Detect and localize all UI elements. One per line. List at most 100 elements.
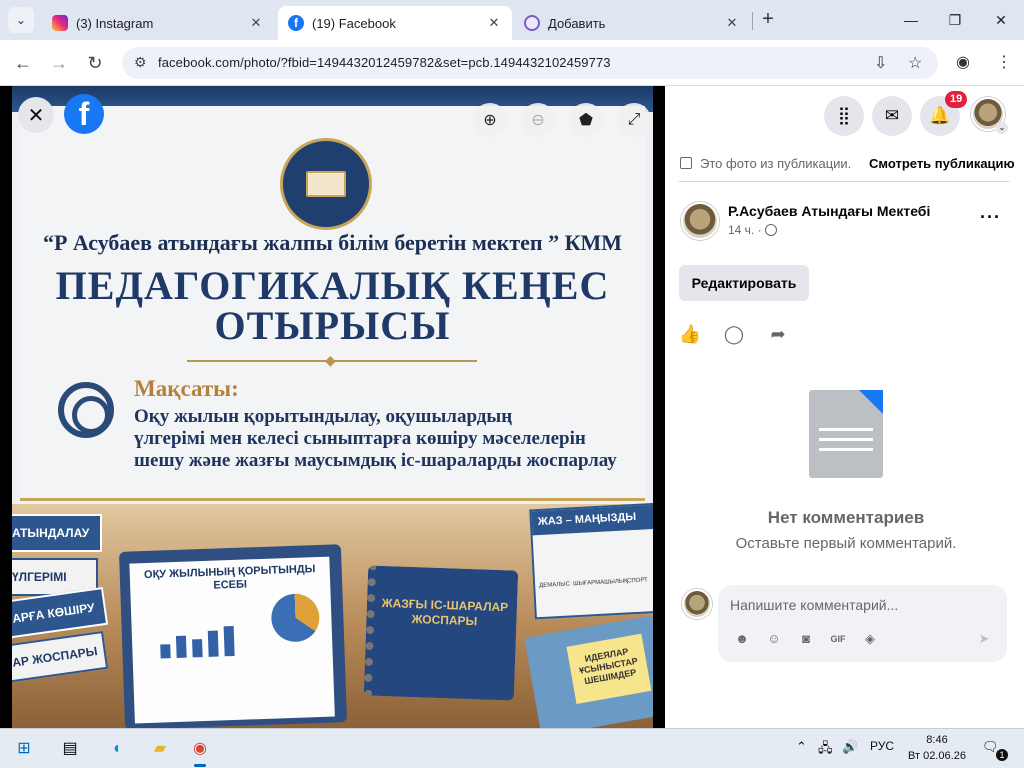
task-view-icon[interactable]: ▤ (56, 735, 84, 763)
comment-icon[interactable]: ◯ (722, 322, 746, 346)
minimize-button[interactable]: — (898, 8, 924, 32)
forward-button[interactable]: → (46, 50, 72, 76)
photo-org-line: “Р Асубаев атындағы жалпы білім беретін … (42, 230, 623, 255)
tab-separator (752, 12, 753, 30)
close-window-button[interactable]: ✕ (988, 8, 1014, 32)
chevron-up-icon[interactable]: ⌃ (796, 739, 807, 755)
camera-icon[interactable]: ◙ (796, 629, 816, 649)
file-explorer-icon[interactable]: ▰ (146, 735, 174, 763)
send-icon[interactable]: ➤ (974, 629, 994, 649)
notebook-title: ЖАЗҒЫ ІС-ШАРАЛАР ЖОСПАРЫ (381, 595, 509, 629)
avatar-sticker-icon[interactable]: ☻ (732, 629, 752, 649)
post-time: 14 ч. · (728, 223, 777, 237)
taskbar-clock[interactable]: 8:46 Вт 02.06.26 (905, 732, 969, 764)
reload-button[interactable]: ↻ (82, 50, 108, 76)
browser-toolbar: ← → ↻ ⚙ facebook.com/photo/?fbid=1494432… (0, 40, 1024, 86)
grid-icon: ⣿ (837, 106, 851, 125)
sticky-note: ИДЕЯЛАР ҰСЫНЫСТАР ШЕШІМДЕР (566, 633, 652, 704)
school-emblem-icon (280, 138, 372, 230)
photo-goal-line-1: Оқу жылын қорытындылау, оқушылардың (134, 406, 513, 427)
see-post-link[interactable]: Смотреть публикацию (869, 156, 1015, 171)
clock-time: 8:46 (926, 734, 948, 746)
no-comments-title: Нет комментариев (767, 508, 925, 527)
ornament-divider (187, 352, 477, 369)
tab-search-button[interactable]: ⌄ (8, 7, 34, 33)
edge-icon[interactable]: ◐ (104, 735, 132, 763)
browser-tab-bar: ⌄ (3) Instagram ✕ f (19) Facebook ✕ Доба… (0, 0, 1024, 40)
target-icon (58, 382, 114, 438)
photo-goal-line-3: шешу және жазғы маусымдық іс-шараларды ж… (134, 450, 617, 471)
gif-icon[interactable]: GIF (828, 629, 848, 649)
close-tab-icon[interactable]: ✕ (486, 15, 502, 31)
tab-title: (19) Facebook (312, 15, 396, 31)
page-avatar[interactable] (681, 202, 719, 240)
no-comments-icon (809, 390, 883, 478)
start-button[interactable]: ⊞ (10, 735, 38, 763)
binder-1: АТЫНДАЛАУ (12, 514, 102, 552)
profile-icon[interactable]: ◉ (956, 52, 970, 72)
sticker-icon[interactable]: ◈ (860, 629, 880, 649)
from-post-text: Это фото из публикации. (700, 156, 852, 171)
summer-card: ЖАЗ – МАҢЫЗДЫ ДЕМАЛЫС ШЫҒАРМАШЫЛЫҚ СПОРТ (529, 502, 653, 620)
back-button[interactable]: ← (10, 50, 36, 76)
menu-grid-button[interactable]: ⣿ (824, 96, 864, 136)
zoom-in-button[interactable]: ⊕ (473, 103, 507, 137)
facebook-logo[interactable]: f (64, 94, 104, 134)
tag-button[interactable]: ⬟ (569, 103, 603, 137)
url-text: facebook.com/photo/?fbid=149443201245978… (158, 55, 611, 70)
zoom-out-button[interactable]: ⊖ (521, 103, 555, 137)
new-tab-button[interactable]: + (758, 9, 778, 31)
page-name[interactable]: Р.Асубаев Атындағы Мектебі (728, 203, 930, 219)
report-bar (160, 644, 171, 659)
tab-title: Добавить (548, 15, 606, 31)
close-tab-icon[interactable]: ✕ (248, 15, 264, 31)
notification-badge: 19 (945, 91, 968, 108)
close-viewer-button[interactable]: ✕ (18, 97, 54, 133)
menu-icon[interactable]: ⋮ (996, 52, 1012, 72)
report-bar (223, 625, 235, 657)
photo-viewer: “Р Асубаев атындағы жалпы білім беретін … (0, 86, 665, 728)
photo-title-line-2: ОТЫРЫСЫ (214, 303, 451, 348)
site-info-icon[interactable]: ⚙ (134, 54, 147, 71)
edit-button[interactable]: Редактировать (679, 265, 809, 301)
address-bar[interactable]: ⚙ facebook.com/photo/?fbid=1494432012459… (122, 47, 938, 79)
clock-date: Вт 02.06.26 (908, 750, 966, 762)
comment-input[interactable] (730, 594, 990, 616)
summer-card-title: ЖАЗ – МАҢЫЗДЫ (531, 504, 653, 536)
bookmark-star-icon[interactable]: ☆ (908, 53, 922, 73)
messenger-button[interactable]: ✉ (872, 96, 912, 136)
chrome-icon[interactable]: ◉ (186, 735, 214, 767)
photo-title: ПЕДАГОГИКАЛЫҚ КЕҢЕС ОТЫРЫСЫ (12, 266, 653, 346)
tab-instagram[interactable]: (3) Instagram ✕ (42, 6, 274, 40)
from-post-notice: Это фото из публикации. (680, 156, 851, 171)
commenter-avatar[interactable] (682, 589, 712, 619)
install-app-icon[interactable]: ⇩ (874, 53, 887, 73)
summer-card-item: ДЕМАЛЫС (539, 581, 571, 590)
globe-icon (764, 224, 777, 236)
share-icon[interactable]: ➦ (766, 322, 790, 346)
comment-composer: ☻ ☺ ◙ GIF ◈ ➤ (718, 585, 1007, 662)
more-options-button[interactable]: ··· (980, 207, 1001, 228)
report-bar (207, 630, 219, 657)
tab-facebook[interactable]: f (19) Facebook ✕ (278, 6, 512, 40)
photo-goal-line-2: үлгерімі мен келесі сыныптарға көшіру мә… (134, 428, 586, 449)
no-comments-subtitle: Оставьте первый комментарий. (735, 535, 957, 552)
windows-taskbar: ⊞ ▤ ◐ ▰ ◉ ⌃ 🖧 🔊 РУС 🗨 1 (0, 728, 1024, 768)
report-pie (270, 592, 321, 643)
app-icon (524, 15, 540, 31)
close-tab-icon[interactable]: ✕ (724, 15, 740, 31)
tab-add[interactable]: Добавить ✕ (514, 6, 750, 40)
report-clipboard: ОҚУ ЖЫЛЫНЫҢ ҚОРЫТЫНДЫ ЕСЕБІ (118, 544, 348, 728)
messenger-icon: ✉ (884, 106, 900, 125)
language-indicator[interactable]: РУС (870, 739, 894, 753)
network-icon[interactable]: 🖧 (818, 739, 833, 761)
fullscreen-button[interactable]: ⤢ (617, 103, 651, 137)
like-icon[interactable]: 👍 (678, 322, 702, 346)
post-time-text[interactable]: 14 ч. · (728, 223, 762, 237)
photo-goal-text: Оқу жылын қорытындылау, оқушылардың үлге… (134, 406, 634, 472)
restore-button[interactable]: ❐ (942, 8, 968, 32)
emoji-icon[interactable]: ☺ (764, 629, 784, 649)
plan-notebook: ЖАЗҒЫ ІС-ШАРАЛАР ЖОСПАРЫ (363, 565, 519, 701)
volume-icon[interactable]: 🔊 (842, 739, 858, 755)
chevron-down-icon[interactable]: ⌄ (996, 122, 1008, 134)
